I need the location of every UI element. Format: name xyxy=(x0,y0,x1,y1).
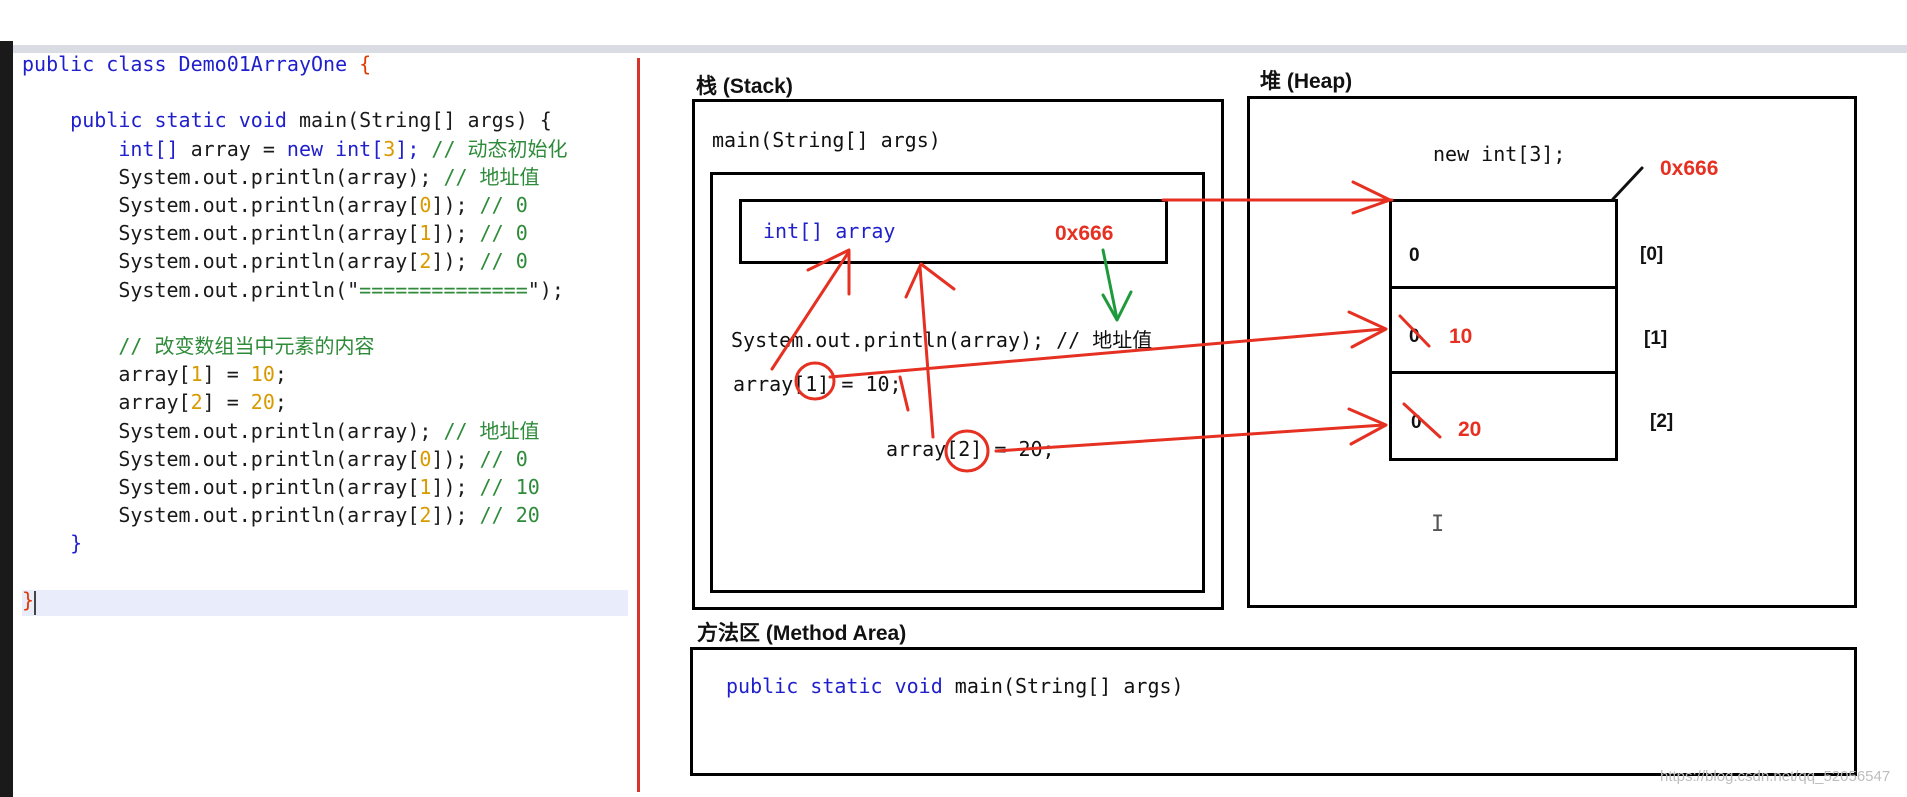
strike-cell1-zero xyxy=(1398,314,1431,348)
arrow-array2-to-cell2 xyxy=(994,423,1386,453)
arrow-tail-stroke xyxy=(898,375,910,412)
arrow-index1-head xyxy=(806,248,851,296)
strike-cell2-zero xyxy=(1402,402,1442,439)
circle-index-2 xyxy=(944,429,990,473)
reference-arrowhead xyxy=(1351,180,1392,215)
arrow-index2-to-array xyxy=(918,265,935,439)
arrow-array1-to-cell1 xyxy=(828,327,1386,379)
heap-address-tick xyxy=(1611,166,1644,201)
circle-index-1 xyxy=(794,361,836,401)
watermark: https://blog.csdn.net/qq_52056547 xyxy=(1660,768,1891,785)
arrow-index2-head xyxy=(904,262,956,299)
annotation-overlay xyxy=(770,166,1644,473)
